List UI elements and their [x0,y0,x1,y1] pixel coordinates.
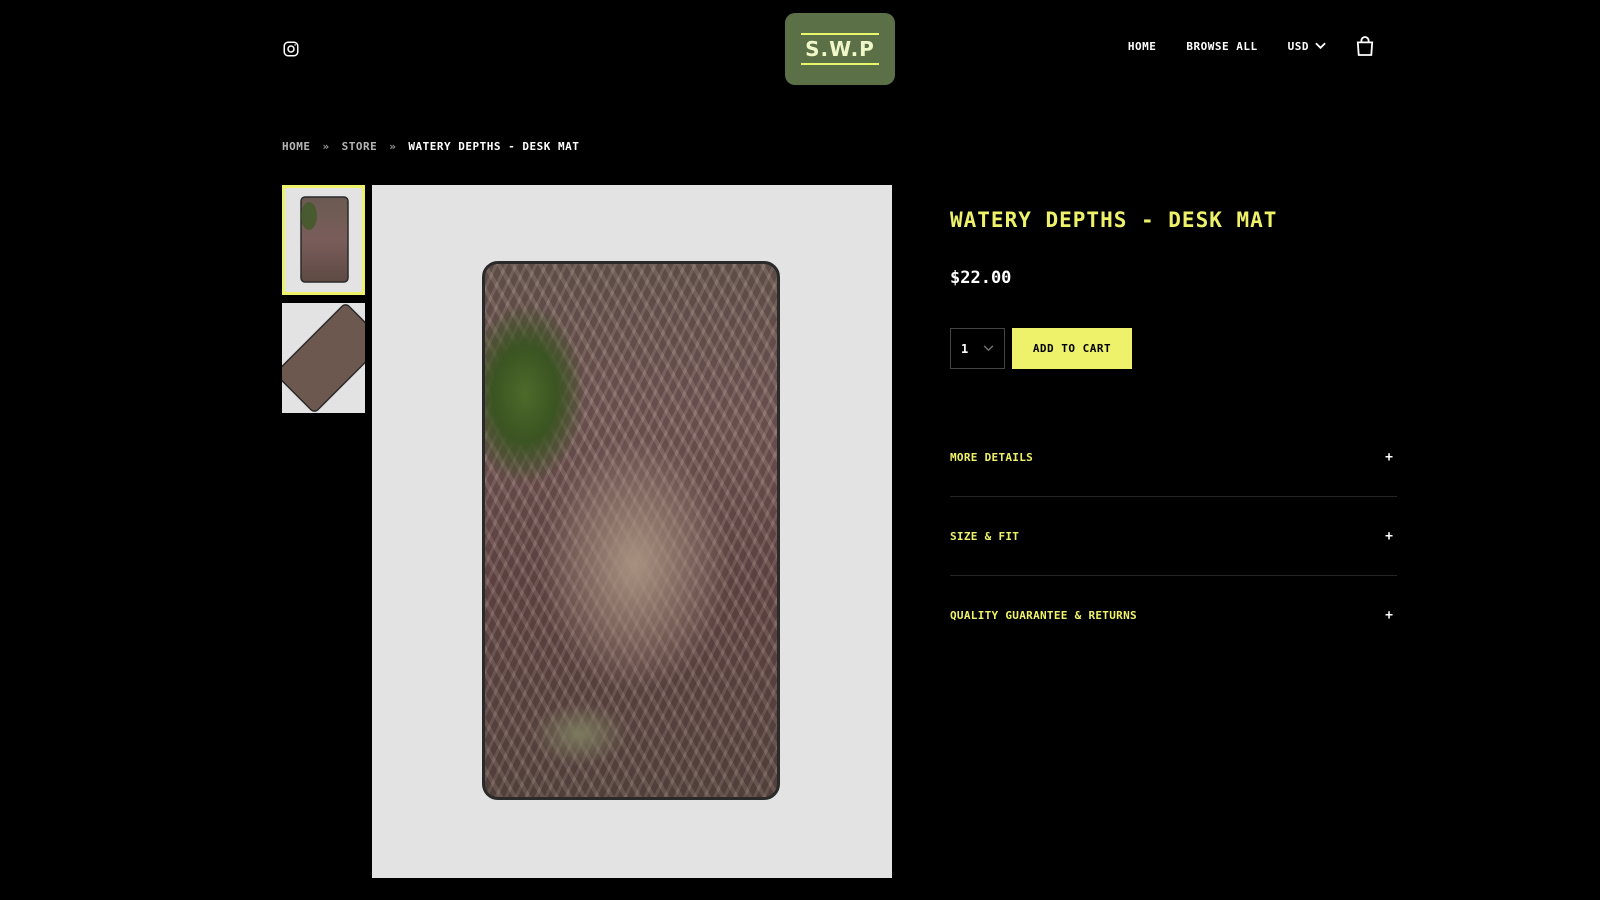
logo-text: S.W.P [801,33,879,65]
chevron-down-icon [1315,42,1326,50]
product-accordion: MORE DETAILS + SIZE & FIT + QUALITY GUAR… [950,418,1397,655]
site-logo[interactable]: S.W.P [785,13,895,85]
accordion-label: MORE DETAILS [950,450,1034,464]
plus-icon: + [1385,528,1393,544]
breadcrumb-current: WATERY DEPTHS - DESK MAT [408,140,580,153]
site-header: S.W.P HOME BROWSE ALL USD [0,0,1600,100]
accordion-label: QUALITY GUARANTEE & RETURNS [950,609,1137,622]
nav-home[interactable]: HOME [1128,40,1157,53]
desk-mat-image [482,261,780,800]
breadcrumb: HOME » STORE » WATERY DEPTHS - DESK MAT [282,140,579,153]
currency-selector[interactable]: USD [1288,40,1326,53]
product-title: WATERY DEPTHS - DESK MAT [950,208,1278,232]
instagram-icon[interactable] [282,40,300,58]
product-main-image[interactable] [372,185,892,878]
accordion-more-details[interactable]: MORE DETAILS + [950,418,1397,497]
nav-browse-all[interactable]: BROWSE ALL [1186,40,1257,53]
product-thumbnail-angled[interactable] [282,303,365,413]
breadcrumb-home[interactable]: HOME [282,140,311,153]
accordion-quality-guarantee-returns[interactable]: QUALITY GUARANTEE & RETURNS + [950,576,1397,655]
quantity-select[interactable]: 1 [950,328,1005,369]
quantity-value: 1 [961,341,969,356]
currency-label: USD [1287,39,1309,53]
plus-icon: + [1385,449,1393,465]
chevron-down-icon [983,345,994,352]
add-to-cart-button[interactable]: ADD TO CART [1012,328,1132,369]
product-price: $22.00 [950,268,1012,288]
accordion-label: SIZE & FIT [950,529,1020,543]
accordion-size-fit[interactable]: SIZE & FIT + [950,497,1397,576]
breadcrumb-store[interactable]: STORE [342,140,378,153]
thumbnail-image [300,196,349,283]
product-thumbnail-front[interactable] [282,185,365,295]
plus-icon: + [1385,608,1393,623]
breadcrumb-separator: » [389,140,397,153]
shopping-bag-icon[interactable] [1356,36,1374,56]
breadcrumb-separator: » [322,140,330,153]
main-nav: HOME BROWSE ALL USD [1128,36,1374,56]
thumbnail-image [282,304,365,412]
